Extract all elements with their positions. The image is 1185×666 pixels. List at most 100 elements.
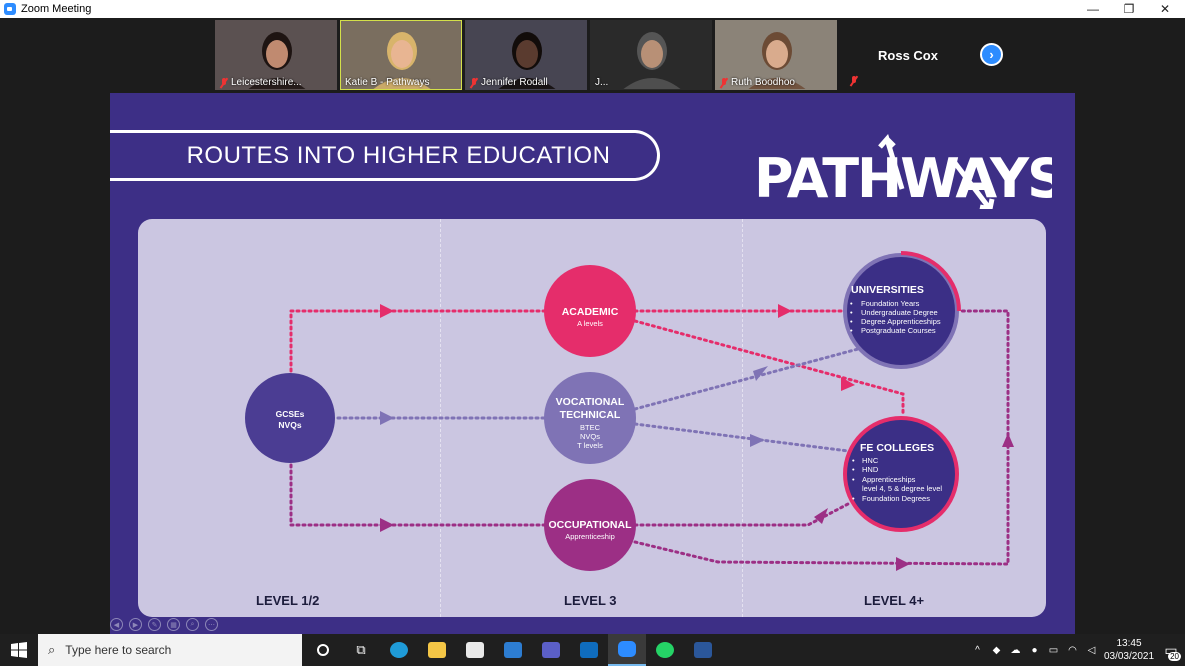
- participant-tile[interactable]: Ruth Boodhoo: [715, 20, 837, 90]
- battery-icon[interactable]: ▭: [1044, 645, 1063, 656]
- clock[interactable]: 13:45 03/03/2021: [1101, 637, 1157, 663]
- fe-item-3: Apprenticeships: [862, 475, 916, 484]
- teams-icon[interactable]: [532, 634, 570, 666]
- svg-text:•: •: [852, 456, 855, 465]
- task-view-icon[interactable]: ⧉: [342, 634, 380, 666]
- wifi-icon[interactable]: ◠: [1063, 645, 1082, 656]
- participant-name: Leicestershire...: [231, 77, 302, 88]
- participant-name: Katie B - Pathways: [345, 77, 430, 88]
- universities-item-3: Degree Apprenticeships: [861, 317, 941, 326]
- gcses-line-2: NVQs: [278, 420, 301, 430]
- word-icon[interactable]: [684, 634, 722, 666]
- chevron-up-icon[interactable]: ^: [968, 645, 987, 656]
- academic-title: ACADEMIC: [562, 306, 619, 318]
- taskbar-search-box[interactable]: ⌕ Type here to search: [38, 634, 302, 666]
- level-label-1: LEVEL 1/2: [256, 593, 320, 608]
- participant-tile[interactable]: J...: [590, 20, 712, 90]
- participant-name: Ross Cox: [878, 47, 938, 63]
- microphone-icon[interactable]: ●: [1025, 645, 1044, 656]
- level-label-3: LEVEL 3: [564, 593, 617, 608]
- window-title: Zoom Meeting: [21, 3, 92, 15]
- participant-name-label: Katie B - Pathways: [345, 77, 429, 88]
- participant-name: J...: [595, 77, 609, 88]
- universities-item-4: Postgraduate Courses: [861, 326, 936, 335]
- participant-name-label: Jennifer Rodall: [470, 77, 548, 88]
- fe-item-4: level 4, 5 & degree level: [862, 484, 942, 493]
- svg-text:•: •: [852, 494, 855, 503]
- notification-center-icon[interactable]: ▭ 20: [1157, 634, 1185, 666]
- edge-icon[interactable]: [380, 634, 418, 666]
- participant-tile[interactable]: Leicestershire...: [215, 20, 337, 90]
- vocational-title-1: VOCATIONAL: [556, 396, 625, 408]
- pen-icon[interactable]: ✎: [148, 618, 161, 631]
- svg-text:•: •: [850, 317, 853, 326]
- participant-name: Jennifer Rodall: [481, 77, 548, 88]
- cortana-icon[interactable]: [304, 634, 342, 666]
- vocational-title-2: TECHNICAL: [560, 409, 621, 421]
- store-icon[interactable]: [456, 634, 494, 666]
- shared-slide: ROUTES INTO HIGHER EDUCATION PATHWAYS GC…: [110, 93, 1075, 652]
- muted-mic-icon: [220, 77, 228, 88]
- muted-mic-icon: [720, 77, 728, 88]
- slide-title-banner: ROUTES INTO HIGHER EDUCATION: [110, 130, 660, 181]
- muted-mic-icon: [470, 77, 478, 88]
- svg-text:•: •: [852, 475, 855, 484]
- notification-count: 20: [1168, 652, 1181, 661]
- system-tray: ^ ◆ ☁ ● ▭ ◠ ◁ 13:45 03/03/2021 ▭ 20: [968, 634, 1185, 666]
- slide-title: ROUTES INTO HIGHER EDUCATION: [186, 141, 611, 169]
- participant-tile[interactable]: Katie B - Pathways: [340, 20, 462, 90]
- participant-gallery: Leicestershire... Katie B - Pathways Jenni…: [215, 20, 837, 90]
- prev-slide-icon[interactable]: ◀: [110, 618, 123, 631]
- vocational-sub-2: NVQs: [580, 432, 600, 441]
- more-icon[interactable]: ⋯: [205, 618, 218, 631]
- universities-item-2: Undergraduate Degree: [861, 308, 938, 317]
- participant-video: [623, 32, 681, 89]
- zoom-taskbar-icon[interactable]: [608, 634, 646, 666]
- zoom-icon[interactable]: ⌕: [186, 618, 199, 631]
- slides-icon[interactable]: ▦: [167, 618, 180, 631]
- node-academic: ACADEMIC A levels: [544, 265, 636, 357]
- participant-tile-name-only[interactable]: Ross Cox: [848, 20, 968, 90]
- outlook-icon[interactable]: [570, 634, 608, 666]
- volume-icon[interactable]: ◁: [1082, 645, 1101, 656]
- close-button[interactable]: ✕: [1147, 0, 1183, 18]
- windows-start-icon[interactable]: [0, 634, 38, 666]
- windows-taskbar: ⌕ Type here to search ⧉ ^ ◆ ☁ ● ▭ ◠ ◁ 13…: [0, 634, 1185, 666]
- level-label-4: LEVEL 4+: [864, 593, 925, 608]
- participant-tile[interactable]: Jennifer Rodall: [465, 20, 587, 90]
- participant-name-label: Leicestershire...: [220, 77, 302, 88]
- search-icon: ⌕: [48, 642, 56, 657]
- fe-item-5: Foundation Degrees: [862, 494, 930, 503]
- node-occupational: OCCUPATIONAL Apprenticeship: [544, 479, 636, 571]
- next-slide-icon[interactable]: ▶: [129, 618, 142, 631]
- node-fe-colleges: FE COLLEGES • HNC • HND • Apprenticeship…: [843, 416, 959, 532]
- participant-name-label: J...: [595, 77, 608, 88]
- onedrive-icon[interactable]: ☁: [1006, 645, 1025, 656]
- clock-time: 13:45: [1116, 638, 1142, 649]
- next-page-arrow-icon[interactable]: ›: [980, 43, 1003, 66]
- pathways-logo: PATHWAYS: [754, 133, 1052, 209]
- gcses-line-1: GCSEs: [276, 409, 305, 419]
- svg-text:•: •: [850, 308, 853, 317]
- universities-item-1: Foundation Years: [861, 299, 920, 308]
- occupational-title: OCCUPATIONAL: [548, 519, 632, 531]
- muted-mic-icon: [850, 76, 858, 86]
- meeting-area: Leicestershire... Katie B - Pathways Jenni…: [0, 18, 1185, 652]
- participant-name: Ruth Boodhoo: [731, 77, 795, 88]
- fe-colleges-title: FE COLLEGES: [860, 442, 934, 454]
- security-icon[interactable]: ◆: [987, 645, 1006, 656]
- search-placeholder: Type here to search: [65, 643, 172, 657]
- node-universities: UNIVERSITIES • Foundation Years • Underg…: [843, 251, 961, 369]
- node-gcses: GCSEs NVQs: [245, 373, 335, 463]
- fe-item-2: HND: [862, 465, 879, 474]
- whatsapp-icon[interactable]: [646, 634, 684, 666]
- academic-sub: A levels: [577, 319, 603, 328]
- mail-icon[interactable]: [494, 634, 532, 666]
- logo-text: PATHWAYS: [754, 147, 1052, 209]
- maximize-button[interactable]: ❐: [1111, 0, 1147, 18]
- minimize-button[interactable]: —: [1075, 0, 1111, 18]
- routes-diagram: GCSEs NVQs ACADEMIC A levels VOCATIONAL …: [245, 251, 1014, 571]
- diagram-panel: GCSEs NVQs ACADEMIC A levels VOCATIONAL …: [138, 219, 1046, 617]
- vocational-sub-3: T levels: [577, 441, 603, 450]
- file-explorer-icon[interactable]: [418, 634, 456, 666]
